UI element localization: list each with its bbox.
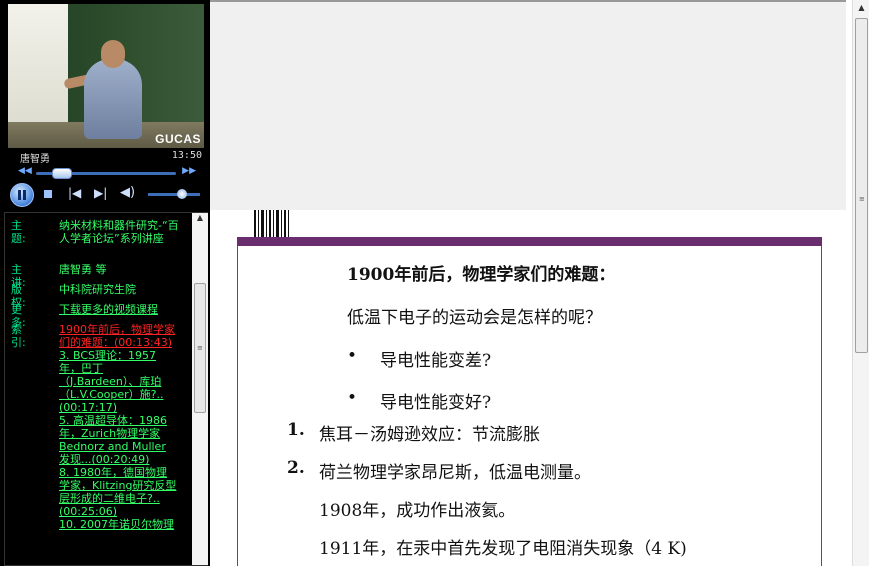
rewind-icon[interactable]: ◀◀	[18, 166, 32, 176]
index-item-3[interactable]: 3. BCS理论：1957年，巴丁（J.Bardeen）、库珀（L.V.Coop…	[59, 349, 163, 414]
volume-slider[interactable]	[148, 193, 200, 196]
slide-question: 低温下电子的运动会是怎样的呢？	[347, 308, 602, 328]
video-player-panel: GUCAS 唐智勇 13:50 ◀◀ ▶▶ |◀ ▶| ◀) 主题: 纳米材料和…	[0, 0, 210, 566]
bullet-icon: •	[347, 346, 358, 366]
speaker-value: 唐智勇 等	[59, 263, 107, 276]
page-scrollbar[interactable]: ▲ ≡	[852, 0, 869, 566]
previous-icon[interactable]: |◀	[68, 186, 81, 200]
slide-item-3: 1908年，成功作出液氦。	[319, 501, 516, 521]
bullet-icon: •	[347, 388, 358, 408]
grip-icon: ≡	[859, 195, 865, 203]
slide-frame-left	[237, 246, 238, 566]
slide-header-bar	[237, 237, 822, 246]
index-label: 索引:	[11, 323, 26, 349]
topic-label: 主题:	[11, 219, 26, 245]
copyright-value: 中科院研究生院	[59, 283, 136, 296]
speaker-caption: 唐智勇	[20, 154, 50, 165]
grip-icon: ≡	[197, 344, 203, 352]
slide-bullet-1: 导电性能变差?	[380, 351, 492, 371]
index-item-1[interactable]: 1900年前后，物理学家们的难题：(00:13:43)	[59, 323, 175, 349]
next-icon[interactable]: ▶|	[94, 186, 107, 200]
lecturer-figure	[84, 59, 142, 139]
seek-thumb[interactable]	[52, 168, 73, 179]
index-item-8[interactable]: 8. 1980年，德国物理学家，Klitzing研究反型层形成的二维电子?..(…	[59, 466, 176, 518]
info-scroll-thumb[interactable]: ≡	[194, 283, 206, 413]
volume-thumb[interactable]	[176, 189, 187, 199]
player-meta: 唐智勇 13:50	[8, 150, 204, 165]
topic-value: 纳米材料和器件研究-“百人学者论坛”系列讲座	[59, 219, 179, 245]
video-frame[interactable]: GUCAS	[8, 4, 204, 148]
slide-heading: 1900年前后，物理学家们的难题：	[347, 265, 616, 285]
fast-forward-icon[interactable]: ▶▶	[182, 166, 196, 176]
seek-row: ◀◀ ▶▶	[8, 166, 204, 180]
index-item-10[interactable]: 10. 2007年诺贝尔物理	[59, 518, 174, 531]
pause-icon[interactable]	[10, 183, 34, 207]
scroll-up-icon[interactable]: ▲	[192, 213, 208, 227]
course-info-pane: 主题: 纳米材料和器件研究-“百人学者论坛”系列讲座 主讲: 唐智勇 等 版权:…	[4, 212, 208, 566]
projection-screen	[8, 4, 68, 128]
slide-item-2: 荷兰物理学家昂尼斯，低温电测量。	[319, 463, 591, 483]
slide-item-4: 1911年，在汞中首先发现了电阻消失现象（4 K)	[319, 539, 687, 559]
slide-number-2: 2.	[287, 458, 305, 478]
stop-icon[interactable]	[44, 190, 52, 198]
video-watermark: GUCAS	[155, 132, 201, 146]
barcode-decoration	[252, 210, 292, 238]
slide-item-1: 焦耳－汤姆逊效应：节流膨胀	[319, 425, 540, 445]
info-scrollbar[interactable]: ▲ ≡	[192, 213, 208, 565]
page-scroll-thumb[interactable]: ≡	[855, 18, 868, 353]
volume-icon[interactable]: ◀)	[120, 185, 135, 200]
index-list: 1900年前后，物理学家们的难题：(00:13:43) 3. BCS理论：195…	[59, 323, 177, 531]
slide-frame-right	[821, 246, 822, 566]
elapsed-time: 13:50	[171, 150, 202, 161]
scroll-up-icon[interactable]: ▲	[853, 0, 869, 16]
more-courses-link[interactable]: 下载更多的视频课程	[59, 303, 158, 316]
lecturer-head	[101, 40, 125, 68]
index-item-5[interactable]: 5. 高温超导体：1986年，Zurich物理学家Bednorz and Mul…	[59, 414, 167, 466]
slide-top-blank	[210, 0, 846, 210]
player-controls: |◀ ▶| ◀)	[8, 182, 204, 208]
slide-bullet-2: 导电性能变好?	[380, 393, 492, 413]
more-value: 下载更多的视频课程	[59, 303, 179, 316]
slide-number-1: 1.	[287, 420, 305, 440]
slide-viewer: 1900年前后，物理学家们的难题： 低温下电子的运动会是怎样的呢？ • 导电性能…	[210, 210, 846, 566]
